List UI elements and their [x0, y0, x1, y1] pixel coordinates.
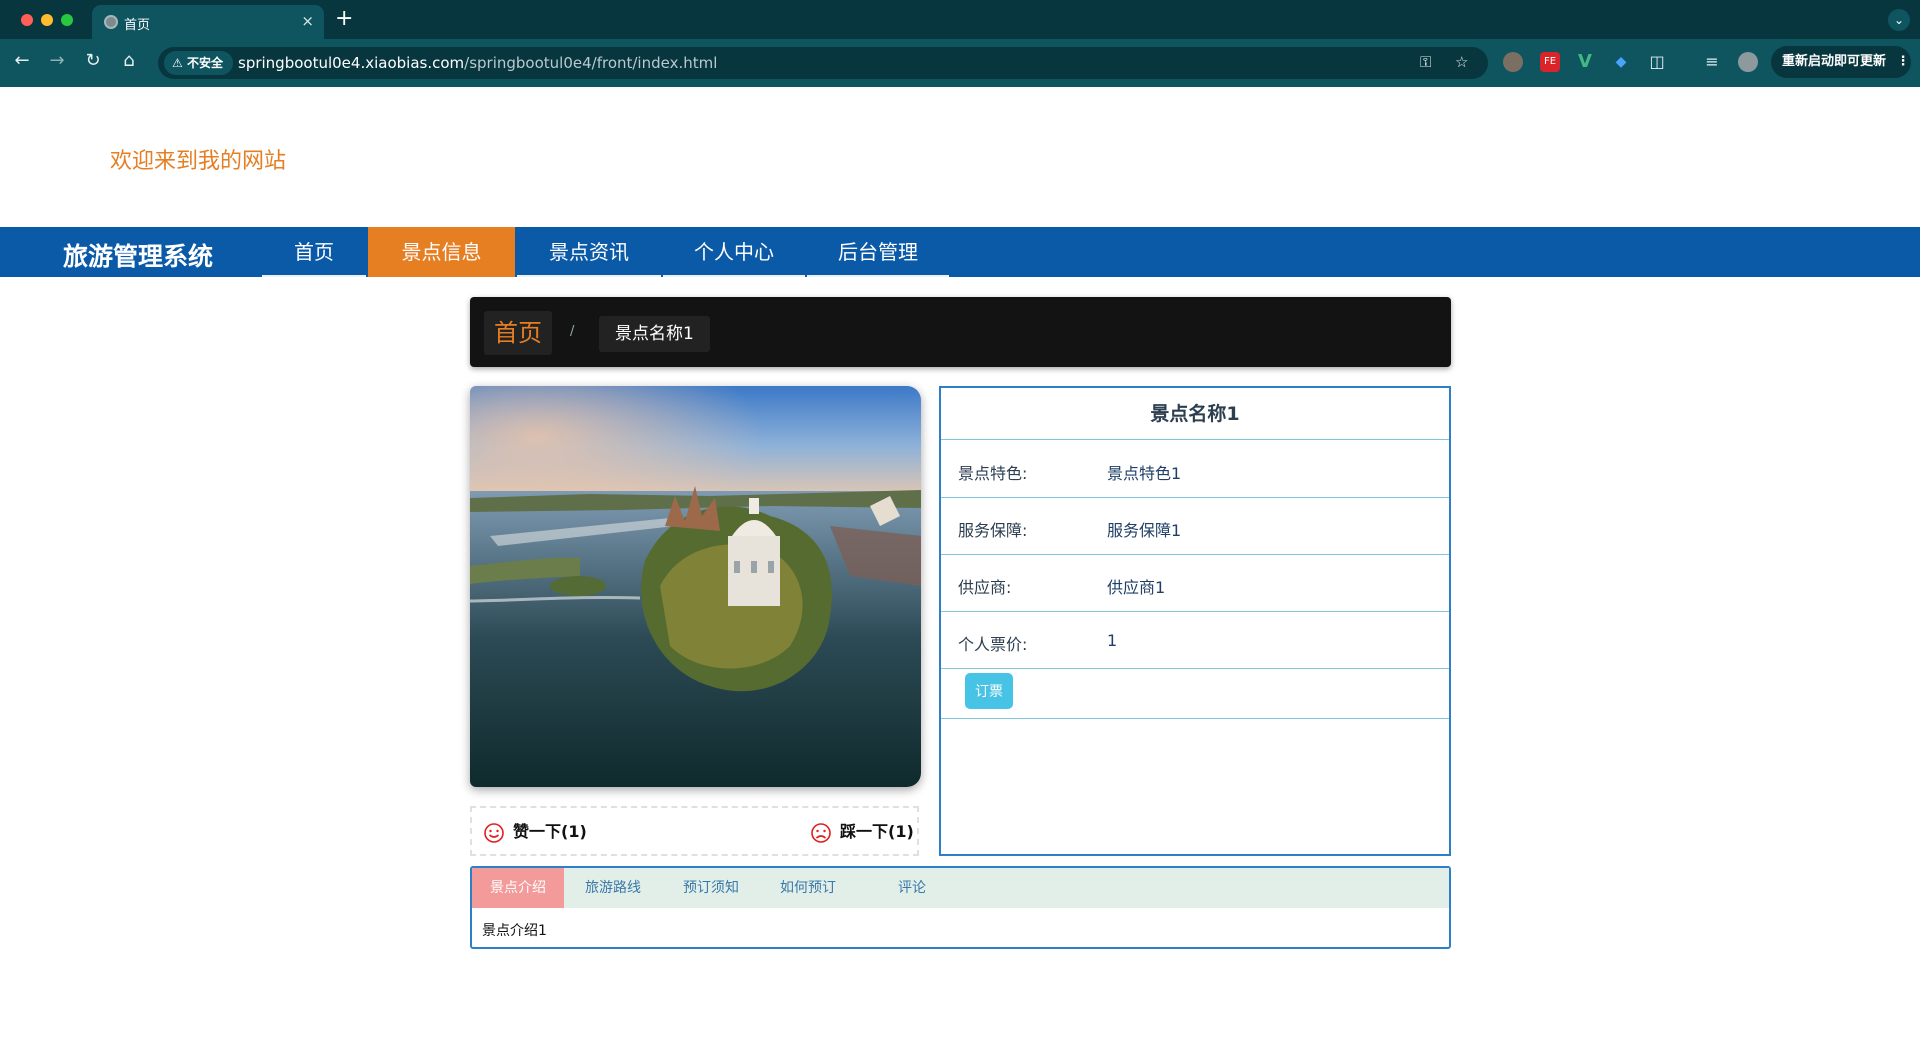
- extensions-puzzle-icon[interactable]: ◫: [1647, 52, 1667, 72]
- breadcrumb: 首页 / 景点名称1: [470, 297, 1451, 367]
- like-label: 赞一下(1): [513, 822, 587, 841]
- tabs-header: 景点介绍 旅游路线 预订须知 如何预订 评论: [472, 868, 1449, 908]
- url-path: /springbootul0e4/front/index.html: [464, 54, 718, 72]
- close-window-button[interactable]: [21, 14, 33, 26]
- info-value: 景点特色1: [1107, 464, 1182, 483]
- info-row-supplier: 供应商: 供应商1: [941, 555, 1449, 612]
- nav-item-home[interactable]: 首页: [262, 227, 366, 277]
- tab-booking-notice[interactable]: 预订须知: [662, 868, 760, 908]
- breadcrumb-current: 景点名称1: [599, 316, 710, 352]
- breadcrumb-home[interactable]: 首页: [484, 311, 552, 355]
- extension-fe-icon[interactable]: FE: [1540, 52, 1560, 72]
- attraction-info-panel: 景点名称1 景点特色: 景点特色1 服务保障: 服务保障1 供应商: 供应商1 …: [939, 386, 1451, 856]
- insecure-label: 不安全: [186, 56, 223, 70]
- info-label: 服务保障:: [958, 521, 1028, 540]
- info-label: 景点特色:: [958, 464, 1028, 483]
- browser-tab-bar: 首页 × + ⌄: [0, 0, 1920, 39]
- attraction-photo-illustration: [470, 386, 921, 787]
- like-button[interactable]: 赞一下(1): [483, 820, 587, 844]
- tab-title: 首页: [124, 18, 151, 33]
- info-value: 1: [1107, 631, 1118, 650]
- frown-icon: [811, 822, 831, 843]
- security-indicator[interactable]: ⚠ 不安全: [164, 51, 233, 75]
- nav-item-admin[interactable]: 后台管理: [807, 227, 949, 277]
- maximize-window-button[interactable]: [61, 14, 73, 26]
- info-row-feature: 景点特色: 景点特色1: [941, 441, 1449, 498]
- info-row-price: 个人票价: 1: [941, 612, 1449, 669]
- welcome-text: 欢迎来到我的网站: [110, 149, 287, 174]
- breadcrumb-separator: /: [570, 324, 575, 339]
- tab-content: 景点介绍1: [482, 923, 547, 939]
- tab-search-button[interactable]: ⌄: [1888, 9, 1910, 31]
- site-brand: 旅游管理系统: [63, 242, 214, 271]
- info-label: 个人票价:: [958, 635, 1028, 654]
- extension-gem-icon[interactable]: ◆: [1611, 52, 1631, 72]
- browser-tab[interactable]: 首页 ×: [92, 5, 324, 39]
- main-navbar: 旅游管理系统 首页 景点信息 景点资讯 个人中心 后台管理: [0, 227, 1920, 277]
- forward-arrow-icon[interactable]: →: [46, 50, 68, 72]
- address-bar[interactable]: ⚠ 不安全 springbootul0e4.xiaobias.com/sprin…: [158, 47, 1488, 79]
- password-key-icon[interactable]: ⚿: [1420, 53, 1431, 71]
- info-value: 服务保障1: [1107, 521, 1182, 540]
- warning-icon: ⚠: [172, 56, 183, 70]
- extension-vue-icon[interactable]: V: [1575, 52, 1595, 72]
- info-value: 供应商1: [1107, 578, 1166, 597]
- extension-owl-icon[interactable]: [1503, 52, 1523, 72]
- profile-avatar-icon[interactable]: [1738, 52, 1758, 72]
- nav-item-news[interactable]: 景点资讯: [517, 227, 661, 277]
- relaunch-update-button[interactable]: 重新启动即可更新 ⋮: [1771, 46, 1911, 78]
- url-host: springbootul0e4.xiaobias.com: [238, 54, 465, 72]
- more-menu-icon[interactable]: ⋮: [1897, 54, 1910, 69]
- order-ticket-button[interactable]: 订票: [965, 673, 1013, 709]
- attraction-photo: [470, 386, 921, 787]
- attraction-title: 景点名称1: [941, 388, 1449, 440]
- tab-comments[interactable]: 评论: [856, 868, 968, 908]
- back-arrow-icon[interactable]: ←: [11, 50, 33, 72]
- relaunch-label: 重新启动即可更新: [1782, 54, 1887, 69]
- nav-item-attractions[interactable]: 景点信息: [368, 227, 515, 277]
- detail-tabs: 景点介绍 旅游路线 预订须知 如何预订 评论 景点介绍1: [470, 866, 1451, 949]
- reload-icon[interactable]: ↻: [82, 50, 104, 72]
- smile-icon: [484, 822, 504, 843]
- tab-close-icon[interactable]: ×: [301, 12, 314, 30]
- vote-bar: 赞一下(1) 踩一下(1): [470, 806, 919, 856]
- dislike-label: 踩一下(1): [840, 822, 914, 841]
- divider: [941, 718, 1449, 719]
- new-tab-button[interactable]: +: [335, 6, 353, 32]
- minimize-window-button[interactable]: [41, 14, 53, 26]
- bookmark-star-icon[interactable]: ☆: [1455, 53, 1468, 71]
- home-icon[interactable]: ⌂: [118, 50, 140, 72]
- reading-list-icon[interactable]: ≡: [1702, 52, 1722, 72]
- tab-how-to-book[interactable]: 如何预订: [760, 868, 856, 908]
- nav-item-user-center[interactable]: 个人中心: [663, 227, 805, 277]
- dislike-button[interactable]: 踩一下(1): [810, 820, 914, 844]
- tab-route[interactable]: 旅游路线: [564, 868, 662, 908]
- globe-icon: [104, 15, 118, 29]
- browser-toolbar: ← → ↻ ⌂ ⚠ 不安全 springbootul0e4.xiaobias.c…: [0, 39, 1920, 87]
- url-text[interactable]: springbootul0e4.xiaobias.com/springbootu…: [238, 54, 717, 72]
- tab-introduction[interactable]: 景点介绍: [472, 868, 564, 908]
- info-label: 供应商:: [958, 578, 1012, 597]
- info-row-service: 服务保障: 服务保障1: [941, 498, 1449, 555]
